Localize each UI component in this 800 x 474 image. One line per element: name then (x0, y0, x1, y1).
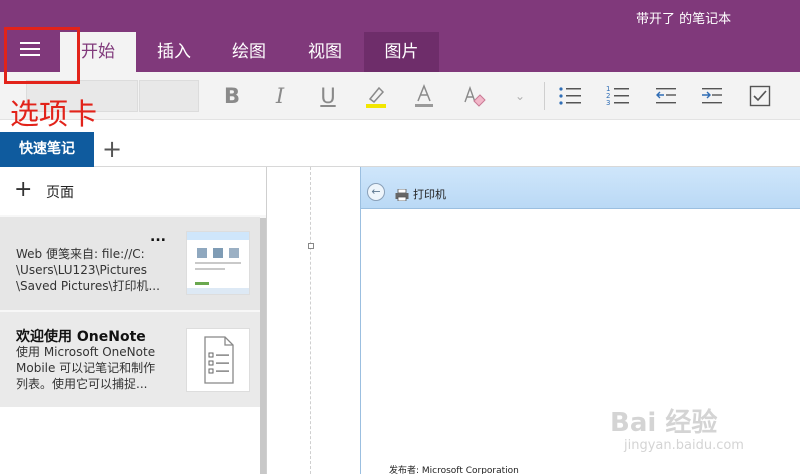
page-list-empty-area (0, 407, 260, 474)
font-color-icon[interactable] (410, 82, 438, 110)
page-preview-line: Mobile 可以记笔记和制作 (16, 361, 156, 375)
bold-button[interactable]: B (218, 82, 246, 110)
ribbon-separator (544, 82, 545, 110)
watermark-url: jingyan.baidu.com (624, 438, 744, 453)
list-item-page-welcome[interactable]: 欢迎使用 OneNote 使用 Microsoft OneNote Mobile… (0, 312, 260, 407)
page-list: + 页面 ... Web 便笺来自: file://C: \Users\LU12… (0, 167, 267, 474)
section-tab-quick-notes[interactable]: 快速笔记 (0, 132, 94, 167)
annotation-label: 选项卡 (10, 97, 98, 131)
document-list-icon (186, 328, 250, 392)
section-bar: 快速笔记 + (0, 132, 800, 167)
list-item-page-web-note[interactable]: ... Web 便笺来自: file://C: \Users\LU123\Pic… (0, 217, 260, 310)
highlight-icon[interactable] (362, 82, 390, 110)
page-list-scrollbar[interactable] (260, 218, 266, 474)
tab-picture[interactable]: 图片 (364, 32, 439, 72)
add-section-button[interactable]: + (100, 136, 124, 162)
note-canvas[interactable]: ← 打印机 发布者: Microsoft Corporation (268, 167, 800, 474)
embedded-screenshot-header: ← 打印机 (361, 167, 800, 209)
plus-icon: + (14, 177, 33, 202)
add-page-button[interactable]: + 页面 (0, 167, 266, 215)
publisher-text: 发布者: Microsoft Corporation (389, 466, 519, 474)
page-preview-line: \Users\LU123\Pictures (16, 263, 148, 277)
page-preview-line: Web 便笺来自: file://C: (16, 247, 145, 261)
numbered-list-icon[interactable]: 1 2 3 (604, 82, 632, 110)
tab-view[interactable]: 视图 (288, 32, 362, 72)
page-title: ... (150, 229, 166, 245)
todo-checkbox-icon[interactable] (746, 82, 774, 110)
page-thumbnail (186, 231, 250, 295)
indent-icon[interactable] (698, 82, 726, 110)
watermark-logo: Bai 经验 (610, 408, 718, 438)
add-page-label: 页面 (46, 185, 74, 201)
ribbon-toolbar: B I U ⌄ 1 2 3 (0, 72, 800, 120)
page-margin-guide (310, 167, 311, 474)
tab-draw[interactable]: 绘图 (212, 32, 286, 72)
tab-insert[interactable]: 插入 (138, 32, 210, 72)
embedded-screenshot-title: 打印机 (413, 188, 446, 201)
back-arrow-icon: ← (367, 183, 385, 201)
embedded-screenshot[interactable]: ← 打印机 发布者: Microsoft Corporation (360, 167, 800, 474)
clear-format-icon[interactable] (460, 82, 488, 110)
outdent-icon[interactable] (652, 82, 680, 110)
page-preview-line: \Saved Pictures\打印机... (16, 279, 160, 293)
font-size-dropdown[interactable] (139, 80, 199, 112)
annotation-highlight-box (4, 27, 80, 84)
resize-handle[interactable] (308, 243, 314, 249)
title-bar: 带开了 的笔记本 开始 插入 绘图 视图 图片 (0, 0, 800, 72)
printer-icon (395, 186, 409, 202)
page-preview-line: 列表。使用它可以捕捉... (16, 377, 148, 391)
svg-text:3: 3 (606, 99, 610, 107)
dropdown-icon[interactable]: ⌄ (506, 82, 534, 110)
page-preview-line: 使用 Microsoft OneNote (16, 345, 156, 359)
bullet-list-icon[interactable] (556, 82, 584, 110)
window-title: 带开了 的笔记本 (636, 12, 732, 27)
onenote-window: 带开了 的笔记本 开始 插入 绘图 视图 图片 B I U ⌄ 1 2 3 快速… (0, 0, 800, 474)
underline-button[interactable]: U (314, 82, 342, 110)
page-title: 欢迎使用 OneNote (16, 329, 146, 345)
italic-button[interactable]: I (266, 82, 294, 110)
